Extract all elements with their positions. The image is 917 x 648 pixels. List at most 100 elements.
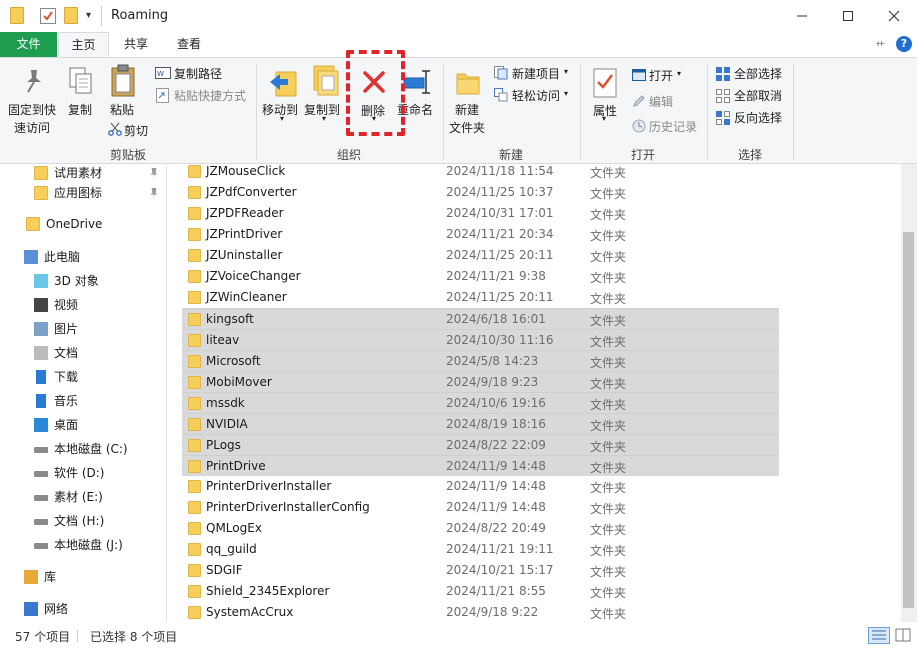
file-type: 文件夹 [590,481,627,495]
file-name: Microsoft [206,354,261,368]
tab-file[interactable]: 文件 [0,32,57,57]
maximize-button[interactable] [825,0,871,32]
file-row[interactable]: PrintDrive 2024/11/9 14:48 文件夹 [182,455,779,476]
file-row[interactable]: PrinterDriverInstallerConfig 2024/11/9 14… [182,497,779,518]
scrollbar-thumb[interactable] [903,232,914,608]
selected-count: 已选择 8 个项目 [90,630,178,644]
copy-path-label: 复制路径 [174,67,223,81]
paste-label: 粘贴 [110,103,135,117]
file-type: 文件夹 [590,271,627,285]
file-date: 2024/5/8 14:23 [446,354,539,368]
pin-ribbon-icon[interactable]: ⇷ [876,37,885,50]
large-icons-view-button[interactable] [894,627,912,644]
nav-item-label: 本地磁盘 (C:) [54,442,128,456]
folder-icon [10,7,24,24]
file-row[interactable]: JZPDFReader 2024/10/31 17:01 文件夹 [182,203,779,224]
nav-item-label: 图片 [54,322,79,336]
pin-label-1: 固定到快 [8,103,57,117]
navigation-pane: 试用素材 应用图标 OneDrive 此电脑 3D 对象 视频 图片 文档 下载 音乐 桌面 本地磁盘… [0,164,167,622]
close-button[interactable] [871,0,917,32]
folder-icon [188,207,201,220]
file-list: JZMouseClick 2024/11/18 11:54 文件夹 JZPdfConv… [168,164,901,622]
open-icon [632,69,646,81]
nav-item-label: 文档 [54,346,79,360]
new-item-label: 新建项目 [512,67,561,81]
properties-checkbox-icon[interactable] [40,8,56,24]
file-date: 2024/11/21 8:55 [446,584,546,598]
file-type: 文件夹 [590,440,627,454]
file-row[interactable]: PLogs 2024/8/22 22:09 文件夹 [182,434,779,455]
file-date: 2024/11/9 14:48 [446,500,546,514]
properties-dropdown-icon: ▾ [602,114,607,123]
easy-access-icon [494,88,508,102]
tab-home[interactable]: 主页 [58,32,109,57]
file-type: 文件夹 [590,461,627,475]
folder-icon [188,397,201,410]
file-date: 2024/11/25 10:37 [446,185,554,199]
folder-icon [188,165,201,178]
nav-item-label: 桌面 [54,418,79,432]
file-row[interactable]: PrinterDriverInstaller 2024/11/9 14:48 文件夹 [182,476,779,497]
copy-to-dropdown-icon: ▾ [322,114,327,123]
invert-selection-label: 反向选择 [734,111,783,125]
file-type: 文件夹 [590,586,627,600]
nav-item-label: 音乐 [54,394,79,408]
file-type: 文件夹 [590,229,627,243]
folder-icon [26,217,40,231]
file-date: 2024/10/6 19:16 [446,396,546,410]
file-row[interactable]: NVIDIA 2024/8/19 18:16 文件夹 [182,413,779,434]
ribbon: 固定到快 速访问 复制 粘贴 W 复制路径 粘贴快捷方式 剪切 剪贴板 移动到 … [0,57,917,164]
file-row[interactable]: mssdk 2024/10/6 19:16 文件夹 [182,392,779,413]
file-row[interactable]: JZPdfConverter 2024/11/25 10:37 文件夹 [182,182,779,203]
copy-label: 复制 [68,103,93,117]
history-icon [632,119,646,133]
file-row[interactable]: JZPrintDriver 2024/11/21 20:34 文件夹 [182,224,779,245]
file-type: 文件夹 [590,523,627,537]
select-all-icon [716,67,730,81]
quick-access-dropdown-icon[interactable]: ▾ [86,10,91,21]
file-row[interactable]: kingsoft 2024/6/18 16:01 文件夹 [182,308,779,329]
new-folder-label-1: 新建 [455,103,480,117]
file-name: JZVoiceChanger [206,269,301,283]
file-row[interactable]: Microsoft 2024/5/8 14:23 文件夹 [182,350,779,371]
file-name: liteav [206,333,240,347]
scissors-icon [108,122,122,136]
invert-selection-icon [716,111,730,125]
download-icon [36,370,46,384]
vertical-scrollbar[interactable] [901,164,917,622]
details-view-button[interactable] [868,627,890,644]
folder-icon [34,166,48,180]
file-row[interactable]: SystemAcCrux 2024/9/18 9:22 文件夹 [182,602,779,622]
cut-label: 剪切 [124,124,149,138]
tab-view[interactable]: 查看 [165,32,213,57]
file-row[interactable]: QMLogEx 2024/8/22 20:49 文件夹 [182,518,779,539]
file-name: qq_guild [206,542,257,556]
file-row[interactable]: qq_guild 2024/11/21 19:11 文件夹 [182,539,779,560]
file-row[interactable]: liteav 2024/10/30 11:16 文件夹 [182,329,779,350]
file-row[interactable]: Shield_2345Explorer 2024/11/21 8:55 文件夹 [182,581,779,602]
folder-icon [188,439,201,452]
file-date: 2024/11/18 11:54 [446,164,554,178]
file-row[interactable]: JZVoiceChanger 2024/11/21 9:38 文件夹 [182,266,779,287]
folder-icon [188,228,201,241]
file-row[interactable]: JZUninstaller 2024/11/25 20:11 文件夹 [182,245,779,266]
new-folder-icon [456,73,480,95]
file-type: 文件夹 [590,565,627,579]
help-icon[interactable]: ? [896,36,912,52]
nav-item-label: OneDrive [46,217,103,231]
file-row[interactable]: JZWinCleaner 2024/11/25 20:11 文件夹 [182,287,779,308]
file-row[interactable]: SDGIF 2024/10/21 15:17 文件夹 [182,560,779,581]
nav-item-label: 库 [44,570,57,584]
new-folder-icon[interactable] [64,7,78,24]
file-row[interactable]: MobiMover 2024/9/18 9:23 文件夹 [182,371,779,392]
file-row[interactable]: JZMouseClick 2024/11/18 11:54 文件夹 [182,164,779,182]
tab-share[interactable]: 共享 [112,32,160,57]
folder-icon [188,480,201,493]
nav-item-label: 应用图标 [54,186,103,200]
folder-icon [188,501,201,514]
nav-item-label: 视频 [54,298,79,312]
folder-icon [188,270,201,283]
nav-item-label: 试用素材 [54,166,103,180]
minimize-button[interactable] [779,0,825,32]
file-type: 文件夹 [590,398,627,412]
